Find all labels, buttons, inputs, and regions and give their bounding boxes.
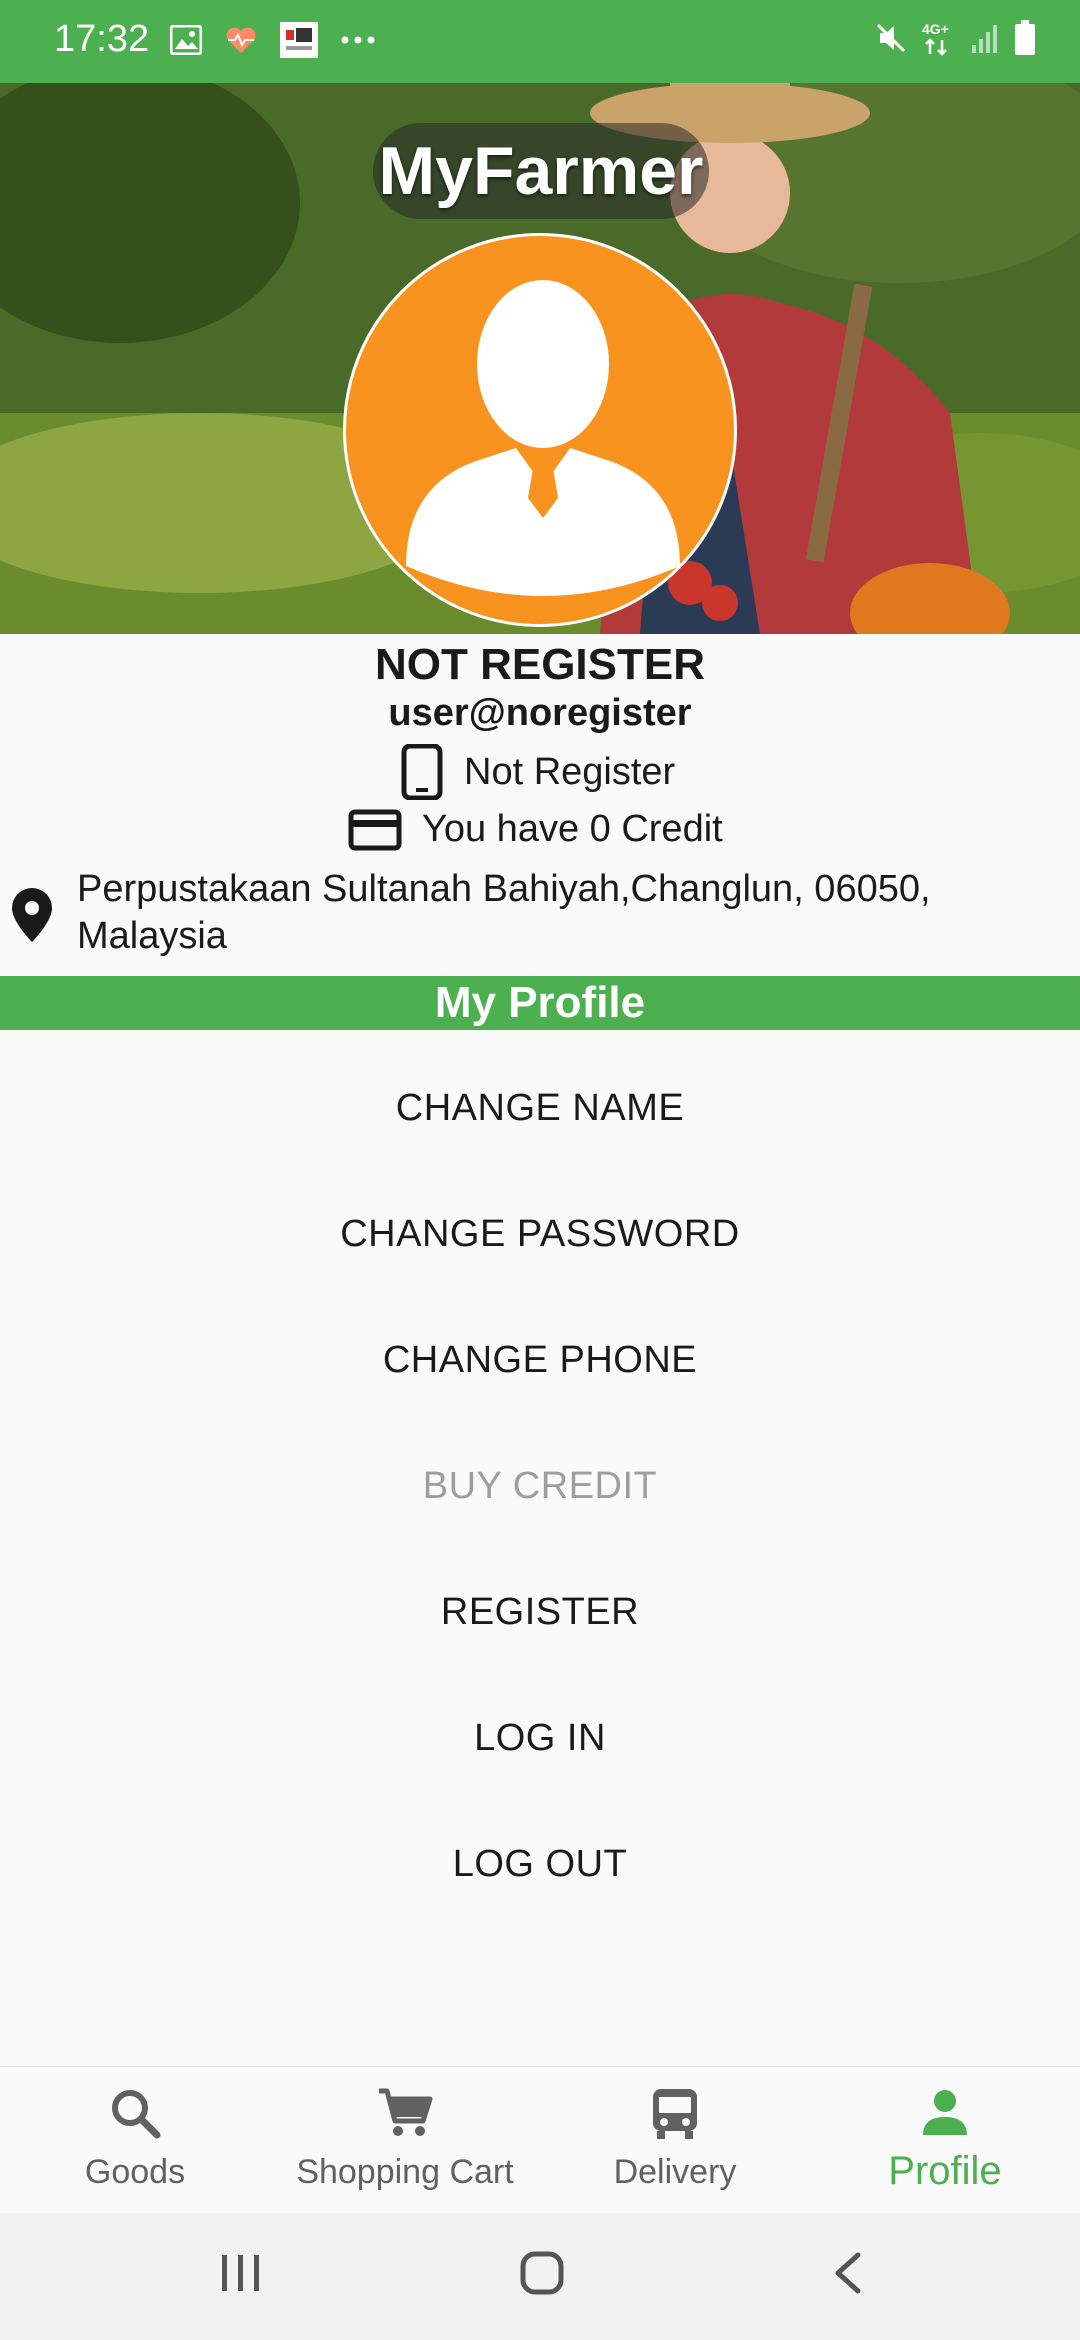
4g-signal-icon: 4G+ xyxy=(922,21,949,56)
status-icons-right: 4G+ xyxy=(874,20,1036,56)
nav-profile-label: Profile xyxy=(888,2149,1002,2193)
more-dots-icon xyxy=(341,36,375,44)
bottom-navigation: Goods Shopping Cart Delivery Profile xyxy=(0,2066,1080,2214)
header-banner-image: MyFarmer xyxy=(0,83,1080,634)
location-pin-icon xyxy=(12,888,52,942)
avatar[interactable] xyxy=(343,233,737,627)
mute-icon xyxy=(876,23,906,53)
status-icons-left xyxy=(170,22,376,58)
log-out-button[interactable]: LOG OUT xyxy=(0,1801,1080,1927)
nav-goods[interactable]: Goods xyxy=(0,2067,270,2214)
nav-goods-label: Goods xyxy=(84,2153,186,2191)
section-title: My Profile xyxy=(0,976,1080,1030)
profile-email: user@noregister xyxy=(388,692,692,734)
user-silhouette-icon xyxy=(406,280,680,596)
change-phone-button[interactable]: CHANGE PHONE xyxy=(0,1297,1080,1423)
status-time: 17:32 xyxy=(54,18,150,60)
back-icon[interactable] xyxy=(828,2251,868,2295)
nav-delivery[interactable]: Delivery xyxy=(540,2067,810,2214)
profile-address: Perpustakaan Sultanah Bahiyah,Changlun, … xyxy=(77,868,931,957)
person-icon xyxy=(923,2090,967,2135)
profile-phone: Not Register xyxy=(464,750,676,793)
shopping-cart-icon xyxy=(379,2088,433,2136)
profile-credit: You have 0 Credit xyxy=(422,808,723,850)
battery-icon xyxy=(1015,20,1035,55)
change-password-button[interactable]: CHANGE PASSWORD xyxy=(0,1171,1080,1297)
smartphone-icon xyxy=(401,744,443,800)
app-notification-icon xyxy=(280,22,318,58)
svg-text:4G+: 4G+ xyxy=(922,21,949,37)
app-title: MyFarmer xyxy=(378,133,704,209)
heart-rate-icon xyxy=(226,27,256,53)
signal-bars-icon xyxy=(972,25,997,53)
buy-credit-button[interactable]: BUY CREDIT xyxy=(0,1423,1080,1549)
recent-apps-icon[interactable] xyxy=(218,2251,264,2295)
nav-shopping-cart[interactable]: Shopping Cart xyxy=(270,2067,540,2214)
home-icon[interactable] xyxy=(520,2251,564,2295)
change-name-button[interactable]: CHANGE NAME xyxy=(0,1045,1080,1171)
log-in-button[interactable]: LOG IN xyxy=(0,1675,1080,1801)
bus-icon xyxy=(653,2089,697,2139)
register-button[interactable]: REGISTER xyxy=(0,1549,1080,1675)
status-bar: 17:32 4G+ xyxy=(0,0,1080,83)
credit-card-icon xyxy=(348,809,402,850)
profile-phone-row: Not Register xyxy=(400,744,675,800)
profile-credit-row: You have 0 Credit xyxy=(348,808,723,851)
nav-cart-label: Shopping Cart xyxy=(296,2153,514,2191)
profile-name: NOT REGISTER xyxy=(374,640,706,689)
image-icon xyxy=(170,25,202,55)
nav-profile[interactable]: Profile xyxy=(810,2067,1080,2214)
system-navigation-bar xyxy=(0,2213,1080,2340)
nav-delivery-label: Delivery xyxy=(613,2153,737,2191)
search-icon xyxy=(112,2090,161,2139)
